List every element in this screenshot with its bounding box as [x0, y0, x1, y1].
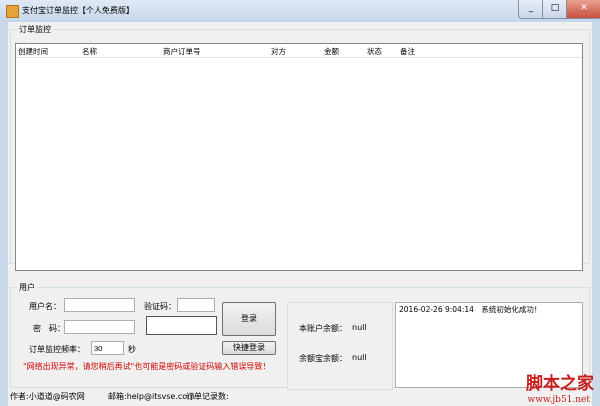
username-input[interactable] — [64, 298, 135, 312]
network-warning: "网络出现异常，请您稍后再试"也可能是密码或验证码输入错误导致！ — [23, 362, 271, 371]
captcha-label: 验证码： — [144, 302, 176, 311]
watermark-url: www.jb51.net — [527, 395, 590, 405]
maximize-button[interactable]: □ — [542, 0, 568, 19]
column-amount[interactable]: 金额 — [324, 46, 339, 57]
frequency-input[interactable] — [91, 341, 124, 355]
column-counterparty[interactable]: 对方 — [271, 46, 286, 57]
login-button[interactable]: 登录 — [222, 302, 276, 336]
frequency-label: 订单监控频率： — [29, 345, 85, 354]
quick-login-button[interactable]: 快捷登录 — [222, 341, 276, 355]
frequency-unit: 秒 — [128, 345, 136, 354]
column-created-time[interactable]: 创建时间 — [18, 46, 48, 57]
window-client: 订单监控 创建时间 名称 商户订单号 对方 金额 状态 备注 用户 用户名： 验… — [8, 22, 592, 406]
password-input[interactable] — [64, 320, 135, 334]
title-bar: 支付宝订单监控【个人免费版】 _ □ ✕ — [0, 0, 600, 22]
user-legend: 用户 — [19, 283, 35, 292]
order-count-label: 订单记录数: — [186, 392, 229, 401]
captcha-image[interactable] — [146, 316, 217, 335]
email-text: 邮箱:help@itsvse.com — [108, 392, 195, 401]
order-list[interactable]: 创建时间 名称 商户订单号 对方 金额 状态 备注 — [15, 43, 583, 271]
watermark-logo: 脚本之家 — [526, 374, 594, 394]
order-monitor-group: 订单监控 创建时间 名称 商户订单号 对方 金额 状态 备注 — [10, 24, 590, 271]
column-remark[interactable]: 备注 — [400, 46, 415, 57]
column-merchant-order-no[interactable]: 商户订单号 — [163, 46, 201, 57]
minimize-button[interactable]: _ — [518, 0, 544, 19]
author-text: 作者:小道道@码农网 — [10, 392, 85, 401]
account-balance-label: 本账户余额： — [299, 324, 347, 333]
column-name[interactable]: 名称 — [82, 46, 97, 57]
account-balance-value: null — [352, 323, 367, 332]
yuebao-balance-value: null — [352, 353, 367, 362]
window-title: 支付宝订单监控【个人免费版】 — [22, 6, 134, 15]
app-icon — [6, 5, 19, 18]
captcha-input[interactable] — [177, 298, 215, 312]
status-bar: 作者:小道道@码农网 邮箱:help@itsvse.com 订单记录数: — [8, 387, 592, 406]
balance-panel: 本账户余额： null 余额宝余额： null — [287, 302, 393, 390]
username-label: 用户名： — [29, 302, 61, 311]
order-monitor-legend: 订单监控 — [19, 25, 51, 34]
log-entry: 2016-02-26 9:04:14 系统初始化成功！ — [399, 305, 542, 314]
yuebao-balance-label: 余额宝余额： — [299, 354, 347, 363]
close-button[interactable]: ✕ — [566, 0, 600, 19]
order-list-header: 创建时间 名称 商户订单号 对方 金额 状态 备注 — [16, 44, 582, 58]
user-group: 用户 用户名： 验证码： 密 码： 登录 订单监控频率： 秒 快捷登录 "网络出… — [10, 282, 590, 390]
column-status[interactable]: 状态 — [367, 46, 382, 57]
password-label: 密 码： — [33, 324, 65, 333]
